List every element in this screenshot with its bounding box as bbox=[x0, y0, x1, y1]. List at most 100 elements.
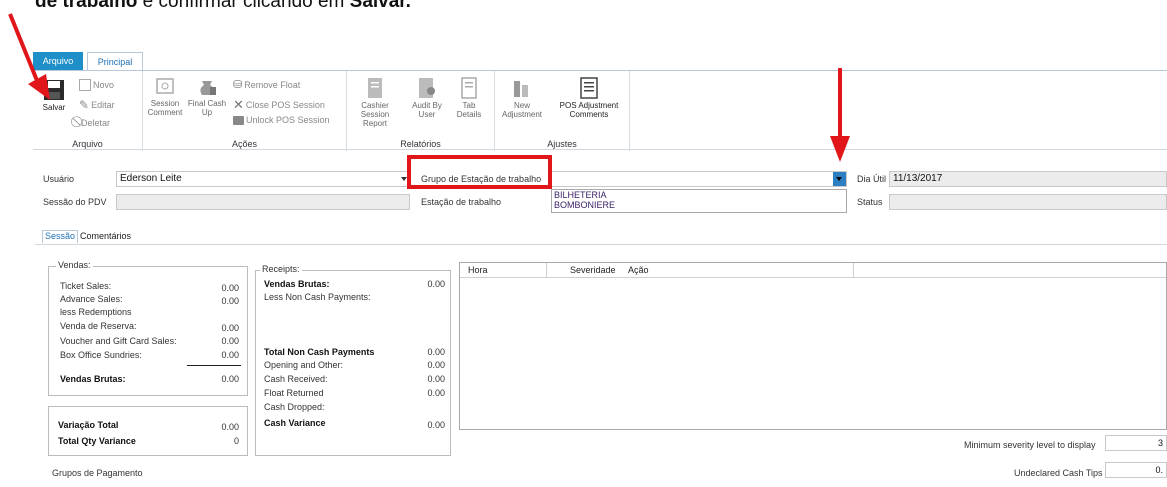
tabs-divider bbox=[35, 244, 1167, 245]
workstation-group-select[interactable] bbox=[551, 171, 847, 187]
total-non-cash-value: 0.00 bbox=[427, 347, 445, 357]
session-comment-line2: Comment bbox=[147, 108, 183, 117]
session-comment-button[interactable]: Session Comment bbox=[143, 77, 187, 117]
group-label-relatorios: Relatórios bbox=[400, 139, 441, 149]
session-comment-icon bbox=[156, 78, 174, 94]
col-action[interactable]: Ação bbox=[628, 265, 649, 275]
business-day-value: 11/13/2017 bbox=[893, 173, 943, 184]
audit-by-user-line2: User bbox=[418, 110, 436, 119]
final-cash-up-button[interactable]: Final Cash Up bbox=[187, 77, 227, 117]
cash-variance-value: 0.00 bbox=[427, 420, 445, 430]
red-arrow-icon bbox=[830, 68, 850, 162]
dropdown-option-bomboniere[interactable]: BOMBONIERE bbox=[552, 200, 846, 210]
new-button[interactable]: Novo bbox=[79, 79, 114, 91]
col-time[interactable]: Hora bbox=[468, 265, 488, 275]
cashier-session-report-button[interactable]: Cashier Session Report bbox=[349, 77, 401, 128]
highlight-box bbox=[407, 155, 552, 189]
dropdown-button-icon[interactable] bbox=[833, 172, 846, 186]
receipts-row-label: Cash Dropped: bbox=[264, 402, 325, 412]
status-field bbox=[889, 194, 1167, 210]
undeclared-tips-label: Undeclared Cash Tips bbox=[1014, 468, 1103, 478]
pos-session-label: Sessão do PDV bbox=[43, 197, 107, 207]
workstation-group-dropdown: BILHETERIA BOMBONIERE bbox=[551, 189, 847, 213]
close-pos-session-button[interactable]: ✕ Close POS Session bbox=[233, 97, 325, 113]
pos-adjustment-line2: Comments bbox=[569, 110, 609, 119]
cash-variance-label: Cash Variance bbox=[264, 418, 326, 428]
receipts-gross-value: 0.00 bbox=[427, 279, 445, 289]
pos-adjustment-comments-button[interactable]: POS Adjustment Comments bbox=[553, 77, 625, 119]
status-label: Status bbox=[857, 197, 883, 207]
receipts-row-value: 0.00 bbox=[427, 388, 445, 398]
remove-float-label: Remove Float bbox=[244, 79, 301, 90]
unlock-pos-session-button[interactable]: Unlock POS Session bbox=[233, 115, 330, 125]
pos-session-field bbox=[116, 194, 410, 210]
sales-row-label: Venda de Reserva: bbox=[60, 321, 137, 331]
caption-bold-2: Salvar. bbox=[349, 0, 411, 12]
caption-text: e confirmar clicando em bbox=[137, 0, 350, 12]
group-relatorios: Cashier Session Report Audit By User Tab… bbox=[347, 71, 495, 151]
final-cash-up-line2: Up bbox=[201, 108, 213, 117]
sales-row-label: Box Office Sundries: bbox=[60, 350, 142, 360]
less-non-cash-label: Less Non Cash Payments: bbox=[264, 292, 371, 302]
new-label: Novo bbox=[93, 80, 115, 90]
audit-by-user-button[interactable]: Audit By User bbox=[407, 77, 447, 119]
adjustment-icon bbox=[514, 81, 528, 97]
sales-row-value: 0.00 bbox=[221, 350, 239, 360]
tab-details-button[interactable]: Tab Details bbox=[451, 77, 487, 119]
dropdown-option-bilheteria[interactable]: BILHETERIA bbox=[552, 190, 846, 200]
sales-row-value: 0.00 bbox=[221, 296, 239, 306]
sales-row-label: Ticket Sales: bbox=[60, 281, 112, 291]
log-header: Hora Severidade Ação bbox=[460, 263, 1166, 278]
sales-title: Vendas: bbox=[56, 260, 93, 270]
pos-adjustment-line1: POS Adjustment bbox=[559, 101, 619, 110]
audit-user-icon bbox=[419, 78, 435, 98]
total-variance-value: 0.00 bbox=[221, 422, 239, 432]
group-label-ajustes: Ajustes bbox=[547, 139, 577, 149]
new-icon bbox=[79, 79, 91, 91]
sales-row-label: Voucher and Gift Card Sales: bbox=[60, 336, 177, 346]
tab-principal[interactable]: Principal bbox=[87, 52, 143, 71]
delete-button[interactable]: ⃠ Deletar bbox=[79, 116, 110, 129]
unlock-icon bbox=[233, 115, 244, 125]
pencil-icon: ✎ bbox=[79, 98, 90, 112]
tab-session[interactable]: Sessão bbox=[42, 230, 79, 243]
payment-groups-label: Grupos de Pagamento bbox=[52, 468, 143, 478]
instruction-caption: de trabalho e confirmar clicando em Salv… bbox=[35, 0, 411, 13]
user-select[interactable]: Ederson Leite bbox=[116, 171, 410, 187]
total-non-cash-label: Total Non Cash Payments bbox=[264, 347, 375, 357]
remove-float-button[interactable]: ⛁ Remove Float bbox=[233, 78, 300, 91]
receipts-row-label: Float Returned bbox=[264, 388, 324, 398]
ribbon: Salvar Novo ✎ Editar ⃠ Deletar Arquivo S… bbox=[33, 70, 1167, 151]
sales-row-label: Advance Sales: bbox=[60, 294, 123, 304]
col-severity[interactable]: Severidade bbox=[570, 265, 616, 275]
sum-line bbox=[187, 365, 241, 366]
close-icon: ✕ bbox=[233, 97, 244, 112]
qty-variance-label: Total Qty Variance bbox=[58, 436, 136, 446]
close-pos-session-label: Close POS Session bbox=[245, 100, 325, 110]
tab-details-line1: Tab bbox=[462, 101, 476, 110]
cashier-report-line1: Cashier Session bbox=[360, 101, 390, 119]
group-acoes: Session Comment Final Cash Up ⛁ Remove F… bbox=[143, 71, 347, 151]
new-adjustment-button[interactable]: New Adjustment bbox=[499, 77, 545, 119]
workstation-label: Estação de trabalho bbox=[421, 197, 502, 207]
sales-gross-value: 0.00 bbox=[221, 374, 239, 384]
receipts-row-label: Opening and Other: bbox=[264, 360, 344, 370]
receipts-row-value: 0.00 bbox=[427, 360, 445, 370]
report-icon bbox=[368, 78, 382, 98]
undeclared-tips-input[interactable]: 0. bbox=[1105, 462, 1167, 478]
user-value: Ederson Leite bbox=[120, 173, 182, 184]
group-label-acoes: Ações bbox=[231, 139, 257, 149]
edit-button[interactable]: ✎ Editar bbox=[79, 98, 115, 112]
tab-comments[interactable]: Comentários bbox=[78, 231, 133, 243]
receipts-row-label: Cash Received: bbox=[264, 374, 328, 384]
new-adjustment-line2: Adjustment bbox=[501, 110, 543, 119]
min-severity-input[interactable]: 3 bbox=[1105, 435, 1167, 451]
undeclared-tips-value: 0. bbox=[1155, 465, 1163, 475]
unlock-pos-session-label: Unlock POS Session bbox=[246, 115, 330, 125]
receipts-row-value: 0.00 bbox=[427, 374, 445, 384]
col-divider bbox=[546, 263, 547, 278]
log-grid[interactable]: Hora Severidade Ação bbox=[459, 262, 1167, 430]
sales-row-value: 0.00 bbox=[221, 283, 239, 293]
coins-icon: ⛁ bbox=[233, 79, 243, 91]
total-variance-label: Variação Total bbox=[58, 420, 119, 430]
